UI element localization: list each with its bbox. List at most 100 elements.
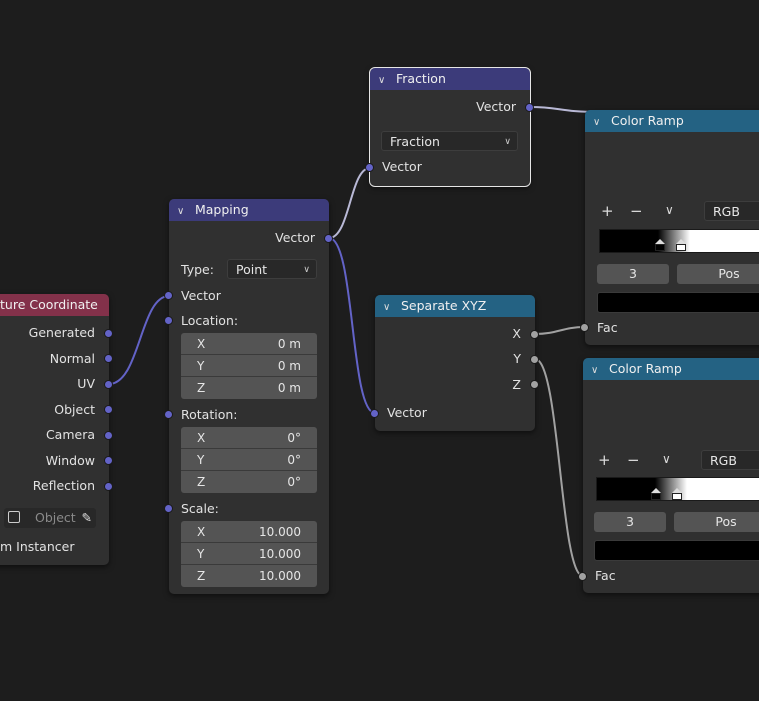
separate-xyz-header[interactable]: ∨ Separate XYZ <box>375 295 535 317</box>
input-fac-label: Fac <box>595 568 616 583</box>
link-x-to-fac <box>534 326 586 335</box>
socket-mapping-rotation[interactable] <box>164 410 173 419</box>
chevron-down-icon: ∨ <box>504 137 511 147</box>
socket-uv[interactable] <box>104 380 113 389</box>
node-title: Mapping <box>194 202 249 217</box>
color-mode-dropdown[interactable]: RGB <box>701 450 759 470</box>
socket-reflection[interactable] <box>104 482 113 491</box>
ramp-stop-black[interactable] <box>655 239 665 251</box>
from-instancer-checkbox-label[interactable]: m Instancer <box>0 539 74 554</box>
fraction-node[interactable]: ∨ Fraction Vector Fraction ∨ Vector <box>369 67 531 187</box>
chevron-down-icon[interactable]: ∨ <box>665 203 674 217</box>
color-ramp-header[interactable]: ∨ Color Ramp <box>585 110 759 132</box>
socket-mapping-input-vector[interactable] <box>164 291 173 300</box>
output-object: Object <box>54 402 95 417</box>
socket-camera[interactable] <box>104 431 113 440</box>
node-title: ture Coordinate <box>0 297 98 312</box>
socket-fraction-input[interactable] <box>365 163 374 172</box>
color-ramp-node-1[interactable]: ∨ Color Ramp + − ∨ RGB 3 Pos Fac <box>585 110 759 345</box>
stop-index-field[interactable]: 3 <box>597 264 669 284</box>
rotation-z-field[interactable]: Z 0° <box>181 471 317 493</box>
location-x-field[interactable]: X0 m <box>181 333 317 355</box>
color-mode-value: RGB <box>713 204 740 219</box>
color-ramp-node-2[interactable]: ∨ Color Ramp + − ∨ RGB 3 Pos Fac <box>583 358 759 593</box>
output-vector: Vector <box>275 230 315 245</box>
rotation-y-field[interactable]: Y 0° <box>181 449 317 471</box>
location-y-field[interactable]: Y0 m <box>181 355 317 377</box>
input-fac-label: Fac <box>597 320 618 335</box>
separate-xyz-node[interactable]: ∨ Separate XYZ X Y Z Vector <box>375 295 535 431</box>
collapse-chevron-icon[interactable]: ∨ <box>383 297 397 317</box>
mapping-header[interactable]: ∨ Mapping <box>169 199 329 221</box>
stop-index-field[interactable]: 3 <box>594 512 666 532</box>
color-ramp-header[interactable]: ∨ Color Ramp <box>583 358 759 380</box>
input-vector-label: Vector <box>382 159 422 174</box>
scale-fields: X 10.000 Y 10.000 Z 10.000 <box>181 521 317 587</box>
socket-mapping-location[interactable] <box>164 316 173 325</box>
type-value: Point <box>236 262 268 277</box>
stop-position-field[interactable]: Pos <box>674 512 759 532</box>
ramp-stop-white[interactable] <box>676 239 686 251</box>
operation-dropdown[interactable]: Fraction ∨ <box>381 131 518 151</box>
location-z-field[interactable]: Z0 m <box>181 377 317 399</box>
type-dropdown[interactable]: Point ∨ <box>227 259 317 279</box>
stop-color-swatch[interactable] <box>594 540 759 561</box>
texture-coordinate-header[interactable]: ture Coordinate <box>0 294 109 316</box>
collapse-chevron-icon[interactable]: ∨ <box>591 360 605 380</box>
scale-x-field[interactable]: X 10.000 <box>181 521 317 543</box>
socket-separate-x[interactable] <box>530 330 539 339</box>
output-y: Y <box>513 351 521 366</box>
scale-y-field[interactable]: Y 10.000 <box>181 543 317 565</box>
fraction-header[interactable]: ∨ Fraction <box>370 68 530 90</box>
collapse-chevron-icon[interactable]: ∨ <box>593 112 607 132</box>
socket-ramp1-fac[interactable] <box>580 323 589 332</box>
output-x: X <box>512 326 521 341</box>
socket-fraction-output[interactable] <box>525 103 534 112</box>
output-window: Window <box>45 453 95 468</box>
socket-object[interactable] <box>104 405 113 414</box>
chevron-down-icon[interactable]: ∨ <box>662 452 671 466</box>
object-placeholder: Object <box>35 510 76 525</box>
ramp-stop-black[interactable] <box>651 488 661 500</box>
chevron-down-icon: ∨ <box>303 265 310 275</box>
remove-stop-icon[interactable]: − <box>627 451 640 469</box>
input-vector-label: Vector <box>181 288 221 303</box>
socket-mapping-output-vector[interactable] <box>324 234 333 243</box>
node-title: Color Ramp <box>610 113 684 128</box>
mapping-node[interactable]: ∨ Mapping Vector Type: Point ∨ Vector Lo… <box>169 199 329 594</box>
color-mode-dropdown[interactable]: RGB <box>704 201 759 221</box>
object-icon <box>8 511 20 523</box>
stop-color-swatch[interactable] <box>597 292 759 313</box>
scale-z-field[interactable]: Z 10.000 <box>181 565 317 587</box>
object-field[interactable]: Object ✎ <box>4 508 96 528</box>
collapse-chevron-icon[interactable]: ∨ <box>177 201 191 221</box>
color-mode-value: RGB <box>710 453 737 468</box>
texture-coordinate-node[interactable]: ture Coordinate Generated Normal UV Obje… <box>0 294 109 565</box>
socket-normal[interactable] <box>104 354 113 363</box>
link-mapping-to-fraction <box>328 167 371 239</box>
remove-stop-icon[interactable]: − <box>630 202 643 220</box>
ramp-stop-white[interactable] <box>672 488 682 500</box>
socket-separate-z[interactable] <box>530 380 539 389</box>
socket-separate-input[interactable] <box>370 409 379 418</box>
collapse-chevron-icon[interactable]: ∨ <box>378 70 392 90</box>
rotation-x-field[interactable]: X 0° <box>181 427 317 449</box>
node-title: Color Ramp <box>608 361 682 376</box>
output-z: Z <box>512 377 521 392</box>
add-stop-icon[interactable]: + <box>601 202 614 220</box>
eyedropper-icon[interactable]: ✎ <box>82 508 92 528</box>
stop-position-field[interactable]: Pos <box>677 264 759 284</box>
socket-ramp2-fac[interactable] <box>578 572 587 581</box>
socket-generated[interactable] <box>104 329 113 338</box>
location-label: Location: <box>181 313 239 328</box>
add-stop-icon[interactable]: + <box>598 451 611 469</box>
link-uv-to-mapping-vector <box>108 295 170 385</box>
output-uv: UV <box>77 376 95 391</box>
socket-mapping-scale[interactable] <box>164 504 173 513</box>
input-vector-label: Vector <box>387 405 427 420</box>
socket-separate-y[interactable] <box>530 355 539 364</box>
output-camera: Camera <box>45 427 95 442</box>
rotation-label: Rotation: <box>181 407 238 422</box>
link-y-to-fac <box>534 358 584 577</box>
socket-window[interactable] <box>104 456 113 465</box>
